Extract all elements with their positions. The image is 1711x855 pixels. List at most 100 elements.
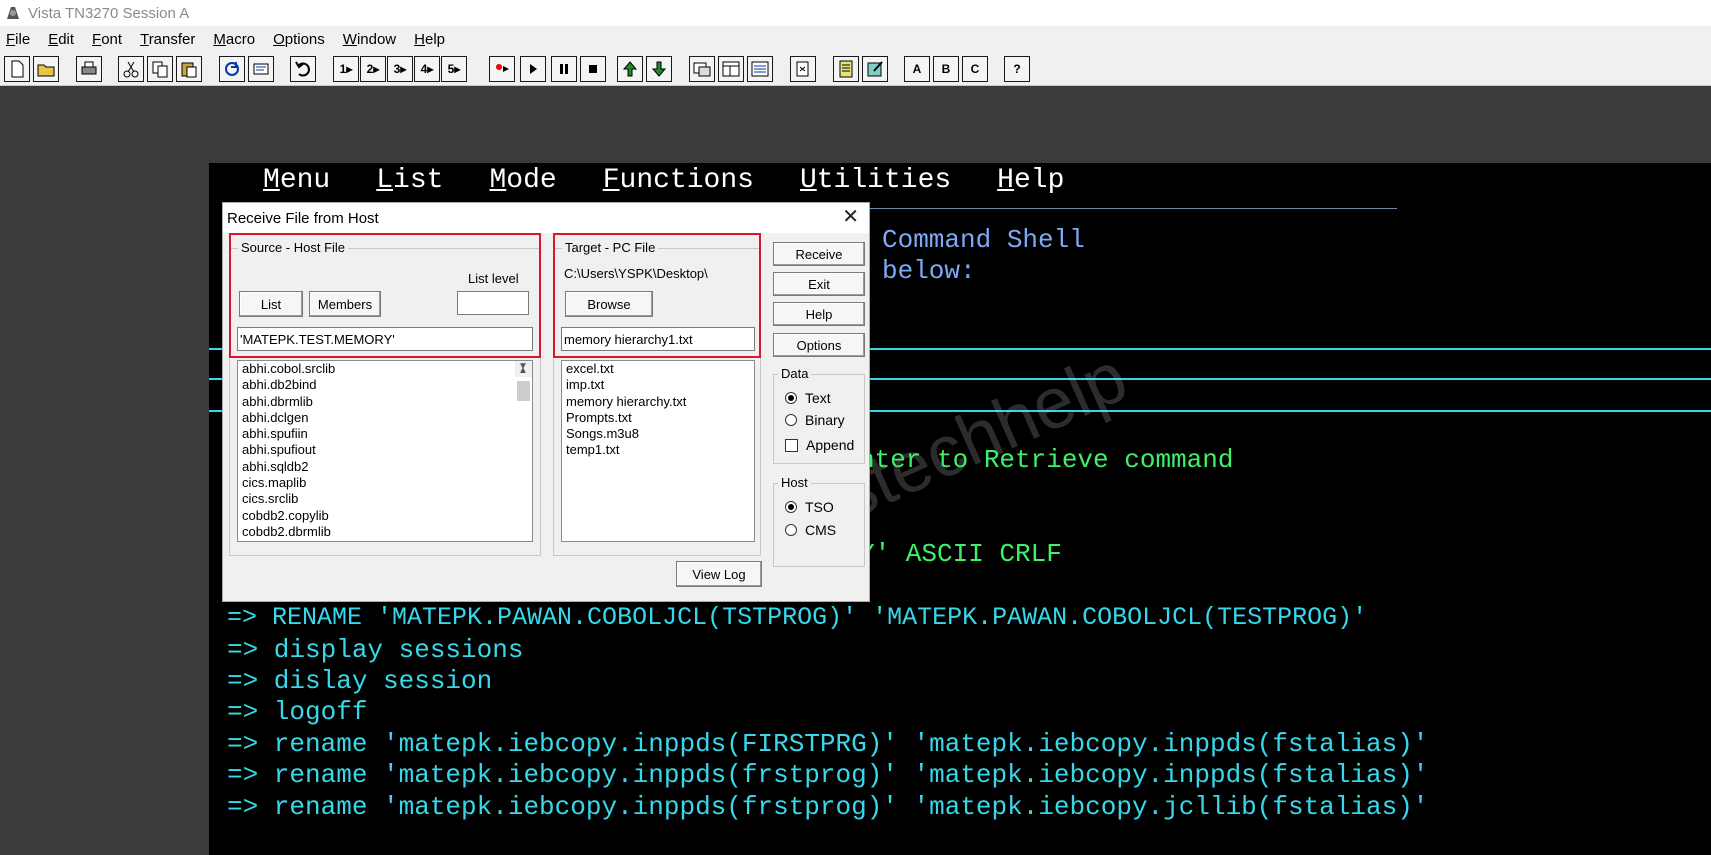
list-item[interactable]: abhi.cobol.srclib: [238, 361, 532, 377]
menu-edit[interactable]: Edit: [48, 31, 74, 48]
host-dataset-list[interactable]: abhi.cobol.srclib abhi.db2bind abhi.dbrm…: [237, 360, 533, 542]
list-item[interactable]: cics.srclib: [238, 491, 532, 507]
help-button[interactable]: ?: [1004, 56, 1030, 82]
key-b-button[interactable]: B: [933, 56, 959, 82]
list-item[interactable]: abhi.spufiout: [238, 442, 532, 458]
data-binary-radio[interactable]: Binary: [785, 412, 845, 428]
help-label: ?: [1013, 62, 1021, 76]
scrollbar-thumb[interactable]: [517, 381, 530, 401]
menu-transfer[interactable]: Transfer: [140, 31, 195, 48]
menu-font[interactable]: Font: [92, 31, 122, 48]
list-item[interactable]: cobdb2.dbrmlib: [238, 524, 532, 540]
list-item[interactable]: abhi.db2bind: [238, 377, 532, 393]
menu-macro[interactable]: Macro: [213, 31, 255, 48]
copy-button[interactable]: [147, 56, 173, 82]
terminal-menu-mode[interactable]: Mode: [489, 165, 556, 201]
new-file-button[interactable]: [4, 56, 30, 82]
pause-icon: [560, 64, 568, 74]
print-button[interactable]: [76, 56, 102, 82]
record-button[interactable]: [489, 56, 515, 82]
undo-icon: [295, 61, 310, 77]
terminal-menu-list[interactable]: List: [376, 165, 443, 201]
list-item[interactable]: cobdb2.copylib: [238, 508, 532, 524]
paste-button[interactable]: [176, 56, 202, 82]
menu-file[interactable]: File: [6, 31, 30, 48]
cut-button[interactable]: [118, 56, 144, 82]
file-transfer-button[interactable]: [790, 56, 816, 82]
terminal-command-line[interactable]: => rename 'matepk.iebcopy.inppds(frstpro…: [227, 760, 1428, 790]
terminal-command-line[interactable]: => dislay session: [227, 666, 492, 696]
new-file-icon: [11, 60, 24, 78]
macro-4-button[interactable]: 4 ▸: [414, 56, 440, 82]
menu-bar: File Edit Font Transfer Macro Options Wi…: [0, 26, 1711, 52]
list-item[interactable]: cics.maplib: [238, 475, 532, 491]
list-item[interactable]: imp.txt: [562, 377, 754, 393]
terminal-command-line[interactable]: => rename 'matepk.iebcopy.inppds(frstpro…: [227, 792, 1428, 822]
list-item[interactable]: Prompts.txt: [562, 410, 754, 426]
open-folder-button[interactable]: [33, 56, 59, 82]
play-small-icon: ▸: [400, 62, 407, 76]
printer-icon: [81, 61, 97, 75]
radio-selected-icon: [785, 392, 797, 404]
host-cms-radio[interactable]: CMS: [785, 522, 836, 538]
key-a-button[interactable]: A: [904, 56, 930, 82]
refresh-icon: [225, 62, 239, 76]
arrow-down-icon: [651, 61, 667, 77]
checkbox-icon: [785, 438, 798, 452]
undo-button[interactable]: [290, 56, 316, 82]
terminal-menu-utilities[interactable]: Utilities: [800, 165, 951, 201]
data-text-radio[interactable]: Text: [785, 390, 831, 406]
list-item[interactable]: memory hierarchy.txt: [562, 394, 754, 410]
send-up-button[interactable]: [617, 56, 643, 82]
folder-icon: [37, 64, 55, 77]
macro-5-button[interactable]: 5 ▸: [441, 56, 467, 82]
screen-layout-button[interactable]: [718, 56, 744, 82]
radio-icon: [785, 414, 797, 426]
capture-button[interactable]: [248, 56, 274, 82]
app-title: Vista TN3270 Session A: [28, 4, 190, 22]
play-button[interactable]: [520, 56, 546, 82]
close-icon[interactable]: ✕: [842, 207, 859, 227]
list-item[interactable]: abhi.sqldb2: [238, 459, 532, 475]
menu-window[interactable]: Window: [343, 31, 396, 48]
help-dialog-button[interactable]: Help: [773, 302, 865, 326]
screen-settings-button[interactable]: [689, 56, 715, 82]
macro-3-button[interactable]: 3 ▸: [387, 56, 413, 82]
data-group-label: Data: [778, 366, 812, 381]
pc-file-list[interactable]: excel.txt imp.txt memory hierarchy.txt P…: [561, 360, 755, 542]
target-highlight: [553, 233, 761, 358]
exit-button[interactable]: Exit: [773, 272, 865, 296]
list-item[interactable]: temp1.txt: [562, 442, 754, 458]
options-button[interactable]: Options: [773, 333, 865, 357]
terminal-command-line[interactable]: => display sessions: [227, 635, 523, 665]
key-c-button[interactable]: C: [962, 56, 988, 82]
host-tso-radio[interactable]: TSO: [785, 499, 834, 515]
chevron-down-icon[interactable]: ▼: [518, 361, 528, 375]
list-item[interactable]: Songs.m3u8: [562, 426, 754, 442]
list-item[interactable]: abhi.dbrmlib: [238, 394, 532, 410]
terminal-command-line[interactable]: => rename 'matepk.iebcopy.inppds(FIRSTPR…: [227, 729, 1428, 759]
terminal-command-line[interactable]: => RENAME 'MATEPK.PAWAN.COBOLJCL(TSTPROG…: [227, 603, 1367, 632]
menu-help[interactable]: Help: [414, 31, 445, 48]
terminal-menu-menu[interactable]: Menu: [263, 165, 330, 201]
terminal-menu-functions[interactable]: Functions: [603, 165, 754, 201]
list-item[interactable]: abhi.spufiin: [238, 426, 532, 442]
receive-button[interactable]: Receive: [773, 242, 865, 266]
dataset-list-scrollbar[interactable]: ▲ ▼: [515, 361, 532, 401]
view-log-button[interactable]: View Log: [676, 561, 762, 587]
macro-1-button[interactable]: 1 ▸: [333, 56, 359, 82]
list-item[interactable]: excel.txt: [562, 361, 754, 377]
notes-button[interactable]: [833, 56, 859, 82]
append-checkbox[interactable]: Append: [785, 437, 854, 453]
stop-button[interactable]: [580, 56, 606, 82]
terminal-menu-help[interactable]: Help: [997, 165, 1064, 201]
list-item[interactable]: abhi.dclgen: [238, 410, 532, 426]
refresh-button[interactable]: [219, 56, 245, 82]
pause-button[interactable]: [551, 56, 577, 82]
keyboard-map-button[interactable]: [747, 56, 773, 82]
macro-2-button[interactable]: 2 ▸: [360, 56, 386, 82]
terminal-command-line[interactable]: => logoff: [227, 697, 367, 727]
receive-down-button[interactable]: [646, 56, 672, 82]
edit-notes-button[interactable]: [862, 56, 888, 82]
menu-options[interactable]: Options: [273, 31, 325, 48]
